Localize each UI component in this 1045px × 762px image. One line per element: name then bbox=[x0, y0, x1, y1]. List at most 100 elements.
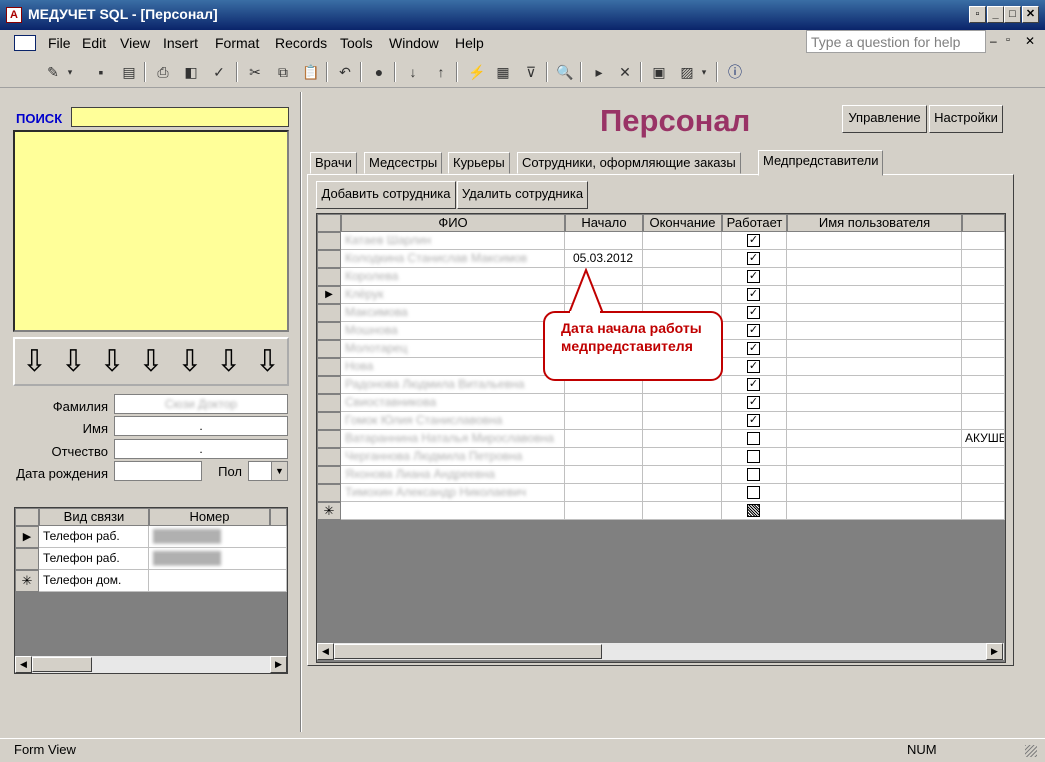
arrow-down-icon[interactable]: ⇩ bbox=[100, 344, 125, 379]
new-object-icon[interactable]: ▨ bbox=[676, 61, 698, 83]
scroll-left-icon[interactable]: ◀ bbox=[15, 656, 32, 673]
save-icon[interactable]: ▪ bbox=[90, 61, 112, 83]
manage-button[interactable]: Управление bbox=[842, 105, 927, 133]
scroll-right-icon[interactable]: ▶ bbox=[270, 656, 287, 673]
cell-username-overflow[interactable]: АКУШЕ bbox=[962, 430, 1005, 448]
search-input[interactable] bbox=[71, 107, 289, 127]
works-checkbox[interactable]: ✓ bbox=[747, 360, 760, 373]
database-window-icon[interactable]: ▣ bbox=[648, 61, 670, 83]
row-selector[interactable] bbox=[317, 448, 341, 466]
tab-couriers[interactable]: Курьеры bbox=[448, 152, 510, 174]
menu-view[interactable]: View bbox=[120, 35, 150, 51]
add-employee-button[interactable]: Добавить сотрудника bbox=[316, 181, 456, 209]
cell-username-overflow[interactable] bbox=[962, 358, 1005, 376]
sex-select[interactable]: ▼ bbox=[248, 461, 288, 481]
menu-records[interactable]: Records bbox=[275, 35, 327, 51]
copy-icon[interactable]: ⧉ bbox=[272, 61, 294, 83]
cell-fio[interactable]: Нова bbox=[341, 358, 565, 376]
header-works[interactable]: Работает bbox=[722, 214, 787, 232]
row-selector[interactable] bbox=[317, 484, 341, 502]
filter-by-form-icon[interactable]: ▤ bbox=[118, 61, 140, 83]
cell-end[interactable] bbox=[643, 484, 722, 502]
filter-by-form-icon-2[interactable]: ▦ bbox=[492, 61, 514, 83]
print-preview-icon[interactable]: ◧ bbox=[180, 61, 202, 83]
tab-nurses[interactable]: Медсестры bbox=[364, 152, 443, 174]
new-record-checkbox[interactable] bbox=[747, 504, 760, 517]
arrow-down-icon[interactable]: ⇩ bbox=[61, 344, 86, 379]
works-checkbox[interactable] bbox=[747, 468, 760, 481]
new-object-dropdown-icon[interactable]: ▾ bbox=[698, 61, 710, 83]
paste-icon[interactable]: 📋 bbox=[300, 61, 322, 83]
works-checkbox[interactable]: ✓ bbox=[747, 342, 760, 355]
scroll-right-icon[interactable]: ▶ bbox=[986, 643, 1003, 660]
view-dropdown-icon[interactable]: ▾ bbox=[64, 61, 76, 83]
tab-med-reps[interactable]: Медпредставители bbox=[758, 150, 884, 176]
cell-fio[interactable]: Максимова bbox=[341, 304, 565, 322]
cell-end[interactable] bbox=[643, 250, 722, 268]
insert-hyperlink-icon[interactable]: ● bbox=[368, 61, 390, 83]
arrow-down-icon[interactable]: ⇩ bbox=[22, 344, 47, 379]
menu-help[interactable]: Help bbox=[455, 35, 484, 51]
find-icon[interactable]: 🔍 bbox=[554, 61, 576, 83]
row-selector[interactable] bbox=[317, 322, 341, 340]
header-end[interactable]: Окончание bbox=[643, 214, 722, 232]
cell-username-overflow[interactable] bbox=[962, 250, 1005, 268]
row-selector[interactable] bbox=[317, 268, 341, 286]
row-selector[interactable] bbox=[317, 358, 341, 376]
cell-username[interactable] bbox=[787, 448, 962, 466]
cut-icon[interactable]: ✂ bbox=[244, 61, 266, 83]
sort-descending-icon[interactable]: ↑ bbox=[430, 61, 452, 83]
cell-username[interactable] bbox=[787, 250, 962, 268]
header-username[interactable]: Имя пользователя bbox=[787, 214, 962, 232]
cell-start[interactable] bbox=[565, 394, 643, 412]
contacts-header-type[interactable]: Вид связи bbox=[39, 508, 149, 526]
arrow-down-icon[interactable]: ⇩ bbox=[138, 344, 163, 379]
form-icon[interactable] bbox=[14, 35, 36, 51]
contact-number[interactable] bbox=[149, 570, 287, 592]
apply-filter-icon[interactable]: ⊽ bbox=[520, 61, 542, 83]
cell-start[interactable]: 05.03.2012 bbox=[565, 250, 643, 268]
menu-insert[interactable]: Insert bbox=[163, 35, 198, 51]
works-checkbox[interactable]: ✓ bbox=[747, 306, 760, 319]
cell-start[interactable] bbox=[565, 484, 643, 502]
cell-end[interactable] bbox=[643, 412, 722, 430]
cell-end[interactable] bbox=[643, 232, 722, 250]
cell-username-overflow[interactable] bbox=[962, 268, 1005, 286]
works-checkbox[interactable]: ✓ bbox=[747, 234, 760, 247]
cell-username[interactable] bbox=[787, 304, 962, 322]
filter-by-selection-icon[interactable]: ⚡ bbox=[466, 61, 488, 83]
tab-order-staff[interactable]: Сотрудники, оформляющие заказы bbox=[517, 152, 741, 174]
cell-username-overflow[interactable] bbox=[962, 448, 1005, 466]
works-checkbox[interactable] bbox=[747, 432, 760, 445]
contact-type[interactable]: Телефон раб. bbox=[39, 548, 149, 570]
chevron-down-icon[interactable]: ▼ bbox=[271, 462, 287, 480]
cell-username[interactable] bbox=[787, 232, 962, 250]
settings-button[interactable]: Настройки bbox=[929, 105, 1003, 133]
new-record-icon[interactable]: ✳ bbox=[15, 570, 39, 592]
cell-end[interactable] bbox=[643, 448, 722, 466]
cell-fio[interactable]: Молотарец bbox=[341, 340, 565, 358]
cell-start[interactable] bbox=[565, 466, 643, 484]
contact-number[interactable]: ████████ bbox=[149, 548, 287, 570]
cell-username-overflow[interactable] bbox=[962, 484, 1005, 502]
tab-doctors[interactable]: Врачи bbox=[310, 152, 357, 174]
delete-record-icon[interactable]: ✕ bbox=[614, 61, 636, 83]
help-icon[interactable]: ⓘ bbox=[724, 61, 746, 83]
scroll-thumb[interactable] bbox=[32, 657, 92, 672]
app-icon[interactable]: A bbox=[6, 7, 22, 23]
cell-fio[interactable]: Катаев Шарлин bbox=[341, 232, 565, 250]
new-record-icon[interactable]: ✳ bbox=[317, 502, 341, 520]
print-icon[interactable]: ⎙ bbox=[152, 61, 174, 83]
cell-username-overflow[interactable] bbox=[962, 466, 1005, 484]
contact-number[interactable]: ████████ bbox=[149, 526, 287, 548]
resize-grip-icon[interactable] bbox=[1025, 745, 1037, 757]
cell-username[interactable] bbox=[787, 268, 962, 286]
cell-start[interactable] bbox=[565, 430, 643, 448]
cell-username[interactable] bbox=[787, 322, 962, 340]
cell-fio[interactable]: Королева bbox=[341, 268, 565, 286]
sort-ascending-icon[interactable]: ↓ bbox=[402, 61, 424, 83]
cell-end[interactable] bbox=[643, 466, 722, 484]
cell-username[interactable] bbox=[787, 340, 962, 358]
menu-edit[interactable]: Edit bbox=[82, 35, 106, 51]
row-selector[interactable] bbox=[317, 430, 341, 448]
